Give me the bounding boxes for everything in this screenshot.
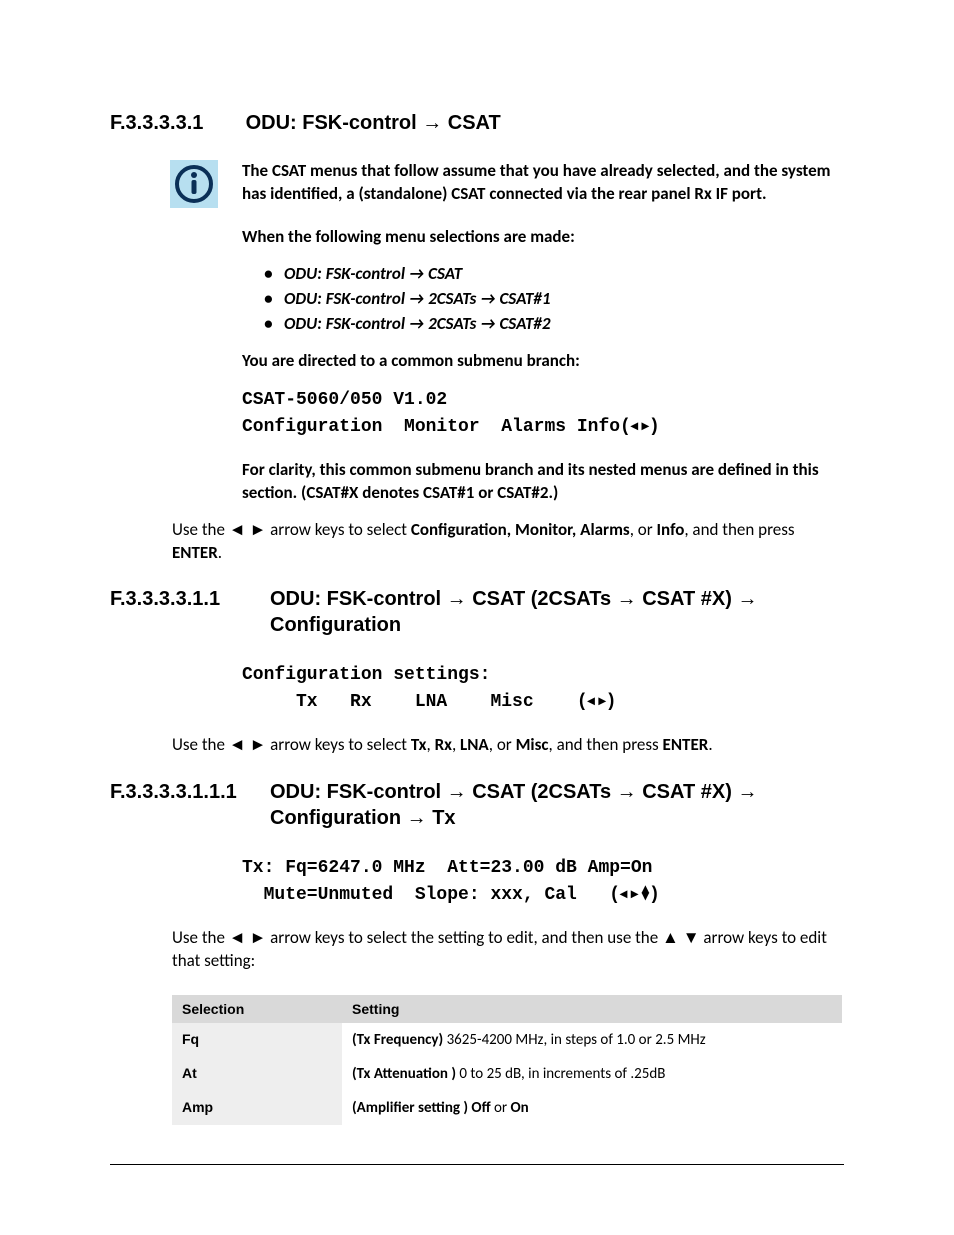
heading-f33331: F.3.3.3.3.1 ODU: FSK-control → CSAT — [110, 110, 844, 136]
left-right-arrows-icon: ◂ ▸ — [631, 417, 649, 433]
footer-rule — [110, 1164, 844, 1165]
cell-setting: (Tx Attenuation ) 0 to 25 dB, in increme… — [342, 1057, 842, 1091]
bullet-1: ODU: FSK-control → CSAT — [264, 263, 844, 286]
bullet-3: ODU: FSK-control → 2CSATs → CSAT#2 — [264, 313, 844, 336]
instruction-3: Use the ◄ ► arrow keys to select the set… — [172, 927, 844, 973]
info-block: The CSAT menus that follow assume that y… — [110, 160, 844, 208]
config-block: Configuration settings: Tx Rx LNA Misc (… — [242, 662, 844, 716]
table-row: At (Tx Attenuation ) 0 to 25 dB, in incr… — [172, 1057, 842, 1091]
left-right-filled-arrows-icon: ◄ ► — [229, 734, 267, 755]
bullet-list: ODU: FSK-control → CSAT ODU: FSK-control… — [264, 263, 844, 336]
instruction-1: Use the ◄ ► arrow keys to select Configu… — [172, 519, 844, 565]
cell-setting: (Amplifier setting ) Off or On — [342, 1091, 842, 1125]
submenu-display-2: Configuration settings: Tx Rx LNA Misc (… — [242, 662, 844, 716]
up-down-filled-arrows-icon: ▲ ▼ — [662, 927, 700, 948]
heading-title: ODU: FSK-control → CSAT — [246, 112, 501, 134]
info-icon — [170, 160, 218, 208]
table-header-row: Selection Setting — [172, 995, 842, 1023]
heading-number: F.3.3.3.3.1.1.1 — [110, 779, 270, 831]
heading-f333311: F.3.3.3.3.1.1 ODU: FSK-control → CSAT (2… — [110, 586, 844, 638]
left-right-arrows-icon: ◂ ▸ — [588, 692, 606, 708]
info-p3: You are directed to a common submenu bra… — [242, 350, 844, 373]
heading-number: F.3.3.3.3.1.1 — [110, 586, 270, 638]
info-p4: For clarity, this common submenu branch … — [242, 459, 844, 505]
col-selection: Selection — [172, 995, 342, 1023]
cell-selection: Fq — [172, 1023, 342, 1057]
page: F.3.3.3.3.1 ODU: FSK-control → CSAT The … — [0, 0, 954, 1235]
heading-f3333111: F.3.3.3.3.1.1.1 ODU: FSK-control → CSAT … — [110, 779, 844, 831]
left-right-updown-arrows-icon: ◂ ▸ ▴▾ — [620, 885, 649, 901]
heading-number: F.3.3.3.3.1 — [110, 110, 240, 136]
info-lead-text: The CSAT menus that follow assume that y… — [242, 160, 844, 206]
bullet-2: ODU: FSK-control → 2CSATs → CSAT#1 — [264, 288, 844, 311]
cell-selection: At — [172, 1057, 342, 1091]
cell-selection: Amp — [172, 1091, 342, 1125]
left-right-filled-arrows-icon: ◄ ► — [229, 519, 267, 540]
instruction-2: Use the ◄ ► arrow keys to select Tx, Rx,… — [172, 734, 844, 757]
submenu-display-3: Tx: Fq=6247.0 MHz Att=23.00 dB Amp=On Mu… — [242, 855, 844, 909]
table-row: Amp (Amplifier setting ) Off or On — [172, 1091, 842, 1125]
info-body: When the following menu selections are m… — [242, 226, 844, 505]
info-p2: When the following menu selections are m… — [242, 226, 844, 249]
heading-title: ODU: FSK-control → CSAT (2CSATs → CSAT #… — [270, 779, 830, 831]
tx-block: Tx: Fq=6247.0 MHz Att=23.00 dB Amp=On Mu… — [242, 855, 844, 909]
col-setting: Setting — [342, 995, 842, 1023]
heading-title: ODU: FSK-control → CSAT (2CSATs → CSAT #… — [270, 586, 830, 638]
submenu-display-1: CSAT-5060/050 V1.02 Configuration Monito… — [242, 387, 844, 441]
cell-setting: (Tx Frequency) 3625-4200 MHz, in steps o… — [342, 1023, 842, 1057]
left-right-filled-arrows-icon: ◄ ► — [229, 927, 267, 948]
settings-table: Selection Setting Fq (Tx Frequency) 3625… — [172, 995, 842, 1125]
table-row: Fq (Tx Frequency) 3625-4200 MHz, in step… — [172, 1023, 842, 1057]
